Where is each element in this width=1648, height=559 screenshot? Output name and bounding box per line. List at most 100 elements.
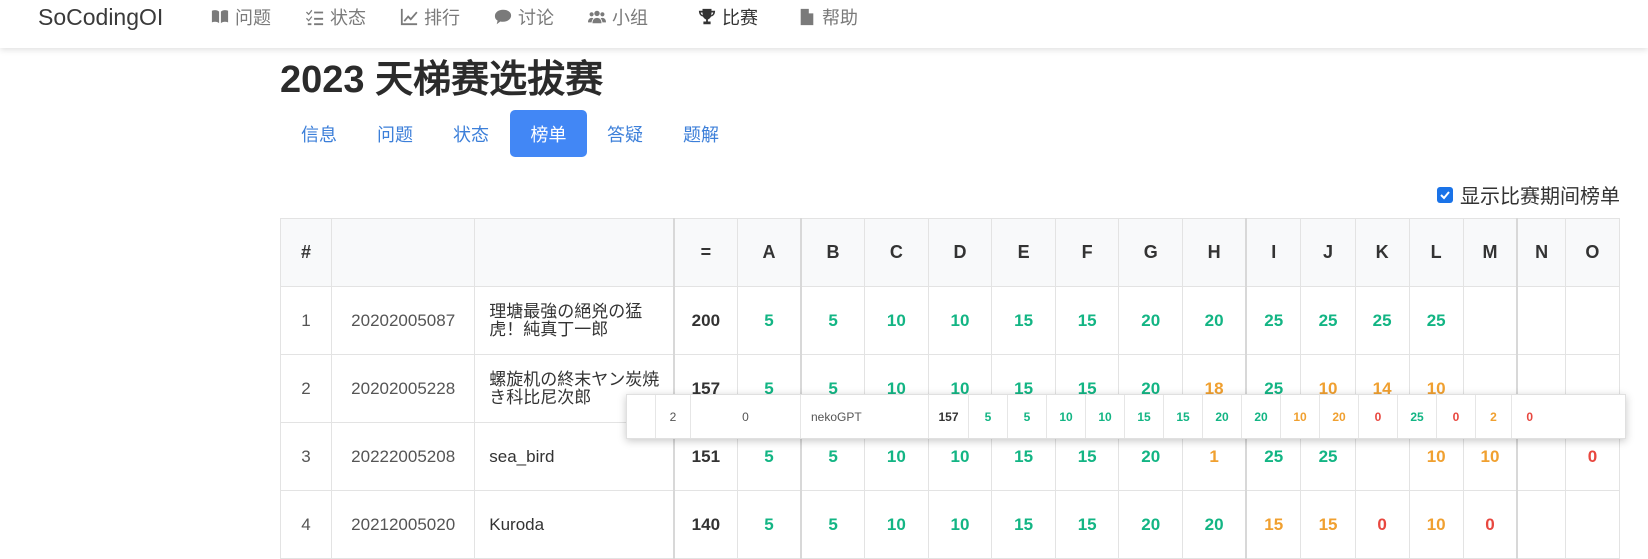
header-problem-c[interactable]: C [863,218,929,287]
header-problem-l[interactable]: L [1408,218,1464,287]
nav-item-status[interactable]: 状态 [306,2,366,32]
user-cell[interactable]: 理塘最強の絕兇の猛虎！純真丁一郎 [474,286,675,355]
score-cell-k[interactable]: 25 [1354,286,1410,355]
floating-score-value: 15 [1176,409,1190,424]
score-cell-a[interactable]: 5 [736,490,802,559]
nav-item-ranking[interactable]: 排行 [400,2,460,32]
nav-item-help[interactable]: 帮助 [798,2,858,32]
score-cell-e[interactable]: 15 [991,490,1057,559]
header-problem-e[interactable]: E [991,218,1057,287]
header-problem-o[interactable]: O [1564,218,1621,287]
header-problem-h[interactable]: H [1182,218,1247,287]
score-cell-f[interactable]: 15 [1055,490,1120,559]
score-cell-o[interactable] [1564,490,1621,559]
floating-score-cell-b[interactable]: 5 [1007,395,1047,438]
tab-qa[interactable]: 答疑 [588,110,662,157]
score-cell-h[interactable]: 20 [1182,286,1247,355]
tab-problems[interactable]: 问题 [358,110,432,157]
brand-logo[interactable]: SoCodingOI [38,2,163,32]
user-cell[interactable]: Kuroda [474,490,675,559]
score-cell-e[interactable]: 15 [991,286,1057,355]
score-cell-m[interactable] [1462,286,1518,355]
score-cell-j[interactable]: 25 [1300,286,1356,355]
header-problem-a[interactable]: A [736,218,802,287]
nav-item-label: 小组 [612,8,648,28]
nav-item-label: 问题 [235,8,271,28]
nav-item-label: 排行 [424,8,460,28]
score-cell-i[interactable]: 25 [1244,286,1302,355]
score-cell-c[interactable]: 10 [863,490,929,559]
floating-score-cell-o[interactable]: 0 [1511,395,1548,438]
floating-score-cell-f[interactable]: 15 [1163,395,1203,438]
score-cell-l[interactable]: 25 [1408,286,1464,355]
header-problem-m[interactable]: M [1462,218,1518,287]
score-cell-h[interactable]: 20 [1182,490,1247,559]
floating-score-value: 2 [1490,409,1497,424]
score-cell-c[interactable]: 10 [863,286,929,355]
score-cell-b[interactable]: 5 [800,286,865,355]
score-cell-l[interactable]: 10 [1408,490,1464,559]
floating-score-cell-m[interactable]: 0 [1436,395,1476,438]
floating-score-cell-h[interactable]: 20 [1241,395,1281,438]
score-value: 5 [828,514,838,534]
score-value: 10 [950,310,970,330]
header-problem-b[interactable]: B [800,218,865,287]
header-problem-n[interactable]: N [1516,218,1566,287]
floating-score-cell-e[interactable]: 15 [1124,395,1164,438]
score-value: 10 [1426,446,1446,466]
floating-score-cell-c[interactable]: 10 [1046,395,1086,438]
floating-score-cell-i[interactable]: 10 [1280,395,1320,438]
tasks-icon [306,9,324,26]
score-cell-g[interactable]: 20 [1118,490,1184,559]
score-value: 15 [1014,514,1034,534]
floating-user[interactable]: nekoGPT [800,395,929,438]
score-value: 0 [1485,514,1495,534]
floating-score-cell-n[interactable]: 2 [1475,395,1512,438]
score-cell-j[interactable]: 15 [1300,490,1356,559]
score-cell-d[interactable]: 10 [927,286,993,355]
floating-score-cell-k[interactable]: 0 [1358,395,1398,438]
score-cell-m[interactable]: 0 [1462,490,1518,559]
floating-score-cell-l[interactable]: 25 [1397,395,1437,438]
score-cell-d[interactable]: 10 [927,490,993,559]
nav-item-groups[interactable]: 小组 [588,2,648,32]
score-cell-n[interactable] [1516,286,1566,355]
score-value: 0 [1587,446,1598,466]
floating-score-cell-g[interactable]: 20 [1202,395,1242,438]
score-cell-b[interactable]: 5 [800,490,865,559]
header-problem-g[interactable]: G [1118,218,1184,287]
score-cell-n[interactable] [1516,490,1566,559]
floating-score-value: 0 [1452,409,1460,424]
header-problem-d[interactable]: D [927,218,993,287]
header-problem-j[interactable]: J [1300,218,1356,287]
score-cell-o[interactable] [1564,286,1621,355]
show-during-contest-option[interactable]: 显示比赛期间榜单 [1437,180,1620,209]
score-value: 5 [764,514,774,534]
floating-score-cell-j[interactable]: 20 [1319,395,1359,438]
floating-score-value: 5 [1023,409,1031,424]
total-cell: 200 [673,286,738,355]
tab-info[interactable]: 信息 [282,110,356,157]
header-total[interactable]: = [673,218,738,287]
nav-item-discussion[interactable]: 讨论 [494,2,554,32]
header-problem-k[interactable]: K [1354,218,1410,287]
show-during-contest-checkbox[interactable] [1437,186,1453,203]
header-problem-f[interactable]: F [1055,218,1120,287]
nav-item-problems[interactable]: 问题 [211,2,271,32]
uid-cell: 20212005020 [331,490,476,559]
floating-score-cell-d[interactable]: 10 [1085,395,1125,438]
score-value: 15 [1014,446,1034,466]
tab-ranklist[interactable]: 榜单 [510,110,587,157]
score-cell-k[interactable]: 0 [1354,490,1410,559]
tab-solutions[interactable]: 题解 [664,110,738,157]
score-cell-f[interactable]: 15 [1055,286,1120,355]
floating-score-value: 10 [1293,409,1307,424]
header-problem-i[interactable]: I [1244,218,1302,287]
nav-item-contests[interactable]: 比赛 [698,2,758,32]
floating-score-cell-a[interactable]: 5 [968,395,1008,438]
score-cell-a[interactable]: 5 [736,286,802,355]
chart-line-icon [400,8,418,26]
score-cell-i[interactable]: 15 [1244,490,1302,559]
score-cell-g[interactable]: 20 [1118,286,1184,355]
tab-status[interactable]: 状态 [434,110,508,157]
